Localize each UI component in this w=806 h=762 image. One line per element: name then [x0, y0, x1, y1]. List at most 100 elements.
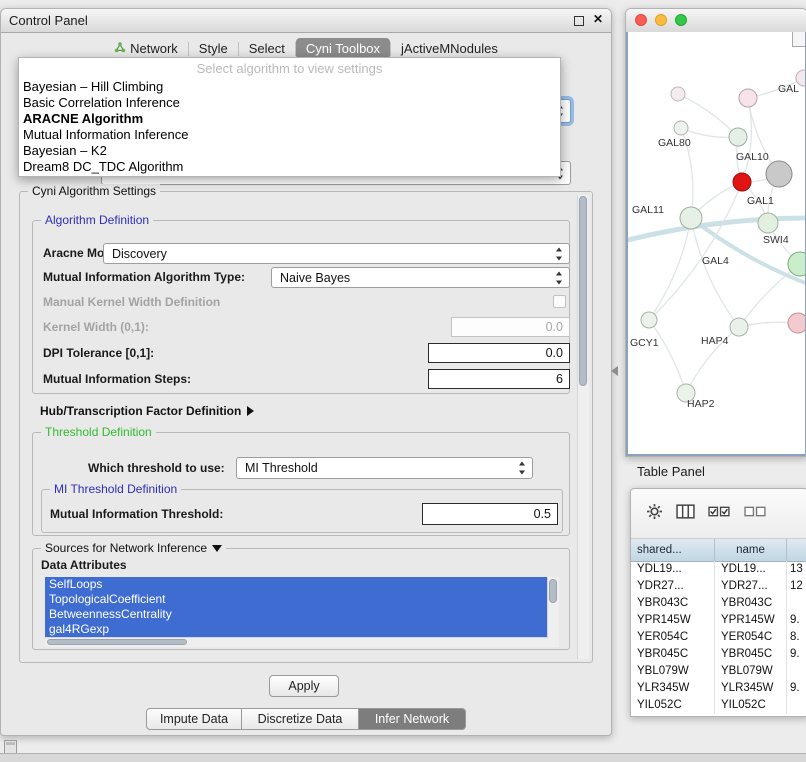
table-header: shared... name: [631, 539, 806, 562]
mi-threshold-field[interactable]: 0.5: [422, 503, 558, 525]
mac-titlebar[interactable]: [626, 9, 806, 33]
table-row[interactable]: YBR045CYBR045C9.: [631, 646, 806, 663]
collapse-down-icon[interactable]: [212, 545, 222, 552]
window-titlebar[interactable]: Control Panel ✕: [1, 9, 611, 33]
algorithm-option[interactable]: ARACNE Algorithm: [19, 111, 560, 127]
birdseye-corner-box[interactable]: [792, 32, 805, 47]
algorithm-option[interactable]: Mutual Information Inference: [19, 127, 560, 143]
network-node[interactable]: [758, 213, 778, 233]
table-window: shared... name YDL19...YDL19...13YDR27..…: [630, 488, 806, 717]
network-node[interactable]: [674, 121, 688, 135]
header-cell-extra[interactable]: [787, 539, 806, 561]
table-row[interactable]: YPR145WYPR145W9.: [631, 612, 806, 629]
close-window-icon[interactable]: ✕: [593, 12, 603, 26]
table-row[interactable]: YIL052CYIL052C: [631, 697, 806, 714]
mi-type-value: Naive Bayes: [280, 271, 350, 285]
list-hscrollbar[interactable]: [45, 637, 548, 647]
manual-kernel-checkbox[interactable]: [553, 295, 566, 308]
algorithm-option[interactable]: Dream8 DC_TDC Algorithm: [19, 159, 560, 175]
network-node[interactable]: [788, 313, 805, 333]
aracne-mode-value: Discovery: [112, 247, 167, 261]
bottom-tab-impute-data[interactable]: Impute Data: [146, 708, 242, 730]
table-cell: YER054C: [631, 629, 715, 646]
table-row[interactable]: YLR345WYLR345W9.: [631, 680, 806, 697]
scrollbar-thumb[interactable]: [549, 579, 557, 603]
table-cell: YPR145W: [631, 612, 715, 629]
list-vscrollbar[interactable]: [547, 577, 559, 647]
sources-group-title[interactable]: Sources for Network Inference: [41, 541, 226, 555]
expand-right-icon[interactable]: [247, 406, 254, 416]
apply-button[interactable]: Apply: [269, 675, 339, 697]
network-node[interactable]: [730, 318, 748, 336]
settings-scrollbar[interactable]: [577, 195, 589, 659]
dpi-tolerance-field[interactable]: 0.0: [428, 343, 570, 363]
algorithm-option[interactable]: Bayesian – Hill Climbing: [19, 79, 560, 95]
which-threshold-combobox[interactable]: MI Threshold: [236, 457, 533, 479]
algorithm-option[interactable]: Basic Correlation Inference: [19, 95, 560, 111]
table-columns-icon[interactable]: [676, 503, 695, 525]
table-cell: YBR045C: [631, 646, 715, 663]
tab-network[interactable]: Network: [104, 38, 188, 59]
attribute-item[interactable]: TopologicalCoefficient: [45, 592, 548, 607]
tab-label: Network: [130, 41, 178, 56]
table-row[interactable]: YBR043CYBR043C: [631, 595, 806, 612]
close-traffic-light-icon[interactable]: [635, 14, 647, 26]
mi-type-combobox[interactable]: Naive Bayes: [271, 267, 570, 288]
network-graph[interactable]: GALGAL80GAL10GAL11GAL1SWI4GAL4GCY1HAP4HA…: [628, 32, 805, 453]
mi-steps-field[interactable]: 6: [428, 369, 570, 389]
table-row[interactable]: YER054CYER054C8.: [631, 629, 806, 646]
header-cell-name[interactable]: name: [715, 539, 787, 561]
traffic-lights: [635, 14, 687, 26]
aracne-mode-combobox[interactable]: Discovery: [103, 243, 570, 264]
table-cell: YDL19...: [715, 561, 787, 578]
tab-style[interactable]: Style: [189, 38, 238, 59]
scrollbar-thumb[interactable]: [579, 196, 587, 386]
tab-label: jActiveMNodules: [401, 41, 498, 56]
header-cell-shared[interactable]: shared...: [631, 539, 715, 561]
table-row[interactable]: YDL19...YDL19...13: [631, 561, 806, 578]
mi-type-label: Mutual Information Algorithm Type:: [43, 267, 245, 287]
tab-jactivemnodules[interactable]: jActiveMNodules: [391, 38, 508, 59]
network-node[interactable]: [641, 312, 657, 328]
mi-threshold-label: Mutual Information Threshold:: [50, 504, 223, 524]
hub-definition-row[interactable]: Hub/Transcription Factor Definition: [40, 404, 254, 418]
network-node[interactable]: [671, 87, 685, 101]
attribute-list[interactable]: SelfLoopsTopologicalCoefficientBetweenne…: [45, 577, 559, 647]
minimize-traffic-light-icon[interactable]: [655, 14, 667, 26]
network-node-label: GAL80: [658, 137, 691, 149]
bottom-tab-discretize-data[interactable]: Discretize Data: [242, 708, 359, 730]
network-node[interactable]: [680, 207, 702, 229]
network-canvas[interactable]: GALGAL80GAL10GAL11GAL1SWI4GAL4GCY1HAP4HA…: [626, 32, 806, 456]
network-node[interactable]: [766, 161, 792, 187]
table-row[interactable]: YBL079WYBL079W: [631, 663, 806, 680]
attribute-item[interactable]: BetweennessCentrality: [45, 607, 548, 622]
tab-cyni-toolbox[interactable]: Cyni Toolbox: [296, 38, 390, 59]
bottom-tab-infer-network[interactable]: Infer Network: [359, 708, 466, 730]
threshold-definition-title: Threshold Definition: [41, 425, 156, 439]
network-node[interactable]: [729, 128, 747, 146]
deselect-all-icon[interactable]: [744, 504, 767, 524]
select-all-icon[interactable]: [708, 504, 731, 524]
settings-group-title: Cyni Algorithm Settings: [28, 184, 160, 198]
table-row[interactable]: YDR27...YDR27...12: [631, 578, 806, 595]
table-cell: 9.: [787, 646, 806, 663]
which-threshold-label: Which threshold to use:: [88, 458, 225, 478]
kernel-width-field[interactable]: 0.0: [451, 317, 570, 337]
float-window-icon[interactable]: [574, 16, 584, 26]
attribute-item[interactable]: gal4RGexp: [45, 622, 548, 637]
table-settings-gear-icon[interactable]: [646, 503, 663, 525]
table-rows: YDL19...YDL19...13YDR27...YDR27...12YBR0…: [631, 561, 806, 716]
scrollbar-thumb[interactable]: [47, 639, 187, 645]
table-cell: YDR27...: [715, 578, 787, 595]
algorithm-option[interactable]: Bayesian – K2: [19, 143, 560, 159]
panel-collapse-arrow[interactable]: [611, 366, 618, 376]
network-edge[interactable]: [649, 182, 742, 320]
attribute-item[interactable]: SelfLoops: [45, 577, 548, 592]
zoom-traffic-light-icon[interactable]: [675, 14, 687, 26]
network-node[interactable]: [733, 173, 751, 191]
dropdown-item-list: Bayesian – Hill ClimbingBasic Correlatio…: [19, 79, 560, 175]
table-cell: 12: [787, 578, 806, 595]
network-edge[interactable]: [649, 320, 686, 393]
tab-select[interactable]: Select: [239, 38, 295, 59]
network-node[interactable]: [739, 89, 757, 107]
